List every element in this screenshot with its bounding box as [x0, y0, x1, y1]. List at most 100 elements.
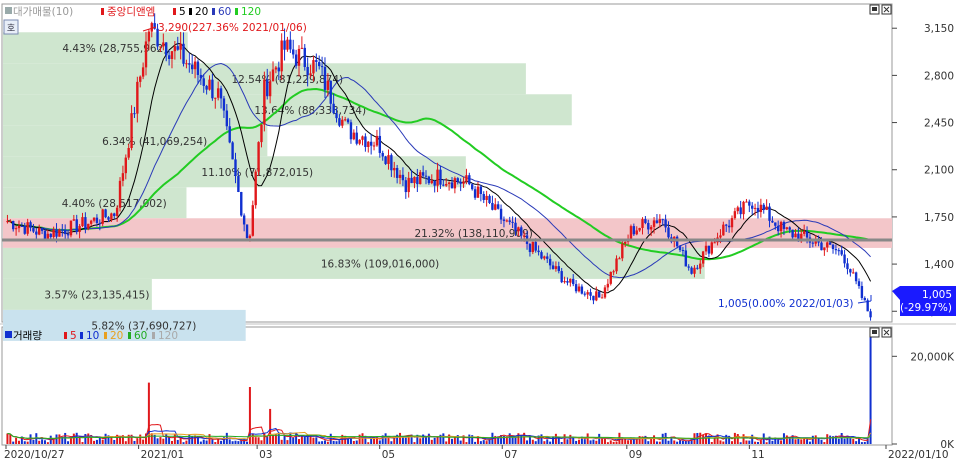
date-tick-label: 03 — [259, 449, 272, 461]
candle-body — [297, 48, 301, 66]
candle-body — [641, 219, 644, 228]
candle-body — [756, 207, 760, 213]
volume-bar — [257, 437, 260, 444]
volume-bar — [32, 439, 35, 444]
candle-body — [696, 267, 699, 269]
legend-ma60[interactable]: 60 — [218, 6, 231, 18]
candle-body — [133, 113, 136, 115]
candle-body — [456, 178, 459, 182]
candle-body — [87, 223, 90, 229]
volume-bar — [612, 441, 615, 444]
candle-body — [485, 195, 488, 200]
volume-panel — [1, 326, 893, 446]
legend-mode-label[interactable]: 대가매물(10) — [13, 6, 73, 18]
candle-body — [254, 171, 257, 206]
candle-body — [629, 226, 633, 239]
qty-toggle-icon[interactable] — [5, 7, 12, 14]
candle-body — [736, 207, 739, 212]
volume-bar — [295, 433, 298, 444]
volume-bar — [751, 434, 754, 444]
legend-ma20[interactable]: 20 — [195, 6, 208, 18]
candle-body — [520, 227, 523, 236]
volume-bar — [837, 438, 840, 444]
volume-bar — [12, 441, 15, 444]
volume-legend-title[interactable]: 거래량 — [13, 330, 42, 342]
volume-bar — [759, 440, 762, 444]
candle-body — [398, 174, 402, 178]
candle-body — [280, 40, 283, 72]
candle-body — [779, 222, 783, 232]
volume-legend-ma120[interactable]: 120 — [158, 330, 178, 342]
volume-bar — [679, 440, 682, 444]
candle-body — [745, 201, 748, 203]
candle-body — [268, 81, 272, 97]
candle-body — [823, 247, 826, 251]
legend-marker-icon — [152, 332, 155, 339]
volume-profile-label: 6.34% (41,069,254) — [102, 136, 207, 148]
date-tick-label: 2020/10/27 — [4, 449, 65, 461]
candle-body — [139, 76, 142, 82]
candle-body — [130, 113, 133, 149]
candle-body — [491, 202, 494, 210]
volume-legend-ma60[interactable]: 60 — [134, 330, 147, 342]
candle-body — [563, 281, 566, 283]
candle-body — [647, 222, 650, 230]
candle-body — [358, 139, 361, 144]
legend-ma5[interactable]: 5 — [179, 6, 186, 18]
legend-stock-name[interactable]: 중앙디앤엠 — [107, 6, 155, 18]
candle-body — [240, 192, 243, 216]
volume-legend-ma10[interactable]: 10 — [86, 330, 99, 342]
volume-bar — [681, 440, 684, 444]
candle-body — [551, 265, 555, 269]
volume-bar — [303, 436, 306, 444]
volume-bar — [9, 434, 12, 444]
volume-bar — [283, 435, 286, 444]
volume-bar — [756, 441, 759, 444]
candle-body — [727, 225, 731, 228]
price-tick-label: 3,150 — [924, 23, 954, 35]
candle-body — [127, 148, 130, 158]
candle-body — [416, 177, 419, 185]
legend-marker-icon — [128, 332, 131, 339]
candle-body — [89, 220, 93, 224]
candle-body — [185, 63, 188, 65]
candle-body — [292, 49, 295, 55]
legend-marker-icon — [104, 332, 107, 339]
volume-bar — [168, 437, 171, 444]
candle-body — [242, 215, 246, 225]
legend-marker-icon — [173, 8, 176, 15]
candle-body — [81, 217, 84, 227]
date-tick-label: 11 — [751, 449, 764, 461]
volume-bar — [292, 437, 295, 444]
volume-bar — [742, 434, 745, 444]
candle-body — [84, 217, 87, 229]
candle-body — [710, 242, 713, 254]
volume-legend-ma20[interactable]: 20 — [110, 330, 123, 342]
price-grid — [892, 27, 897, 312]
volume-legend-ma5[interactable]: 5 — [70, 330, 77, 342]
candle-body — [289, 39, 292, 50]
candle-body — [450, 182, 454, 189]
candle-body — [834, 249, 838, 251]
candle-body — [528, 243, 532, 253]
volume-bar — [352, 440, 355, 444]
volume-bar — [15, 437, 18, 444]
settings-button[interactable]: 호 — [3, 19, 19, 35]
volume-bar — [17, 440, 20, 444]
candle-body — [820, 242, 823, 251]
volume-bar — [566, 439, 569, 444]
volume-bar — [479, 441, 482, 444]
price-legend[interactable]: 대가매물(10) 중앙디앤엠 5 20 60 120 — [5, 6, 261, 18]
candle-body — [843, 254, 846, 264]
legend-ma120[interactable]: 120 — [241, 6, 261, 18]
gear-icon: 호 — [7, 23, 15, 34]
volume-bar — [482, 440, 485, 444]
candle-body — [300, 47, 304, 49]
volume-bar — [754, 441, 757, 444]
date-tick-label: 2022/01/10 — [888, 449, 949, 461]
candle-body — [29, 222, 32, 228]
volume-bar — [23, 441, 26, 444]
volume-bar — [185, 440, 188, 444]
candle-body — [26, 222, 29, 234]
candle-body — [401, 174, 405, 181]
